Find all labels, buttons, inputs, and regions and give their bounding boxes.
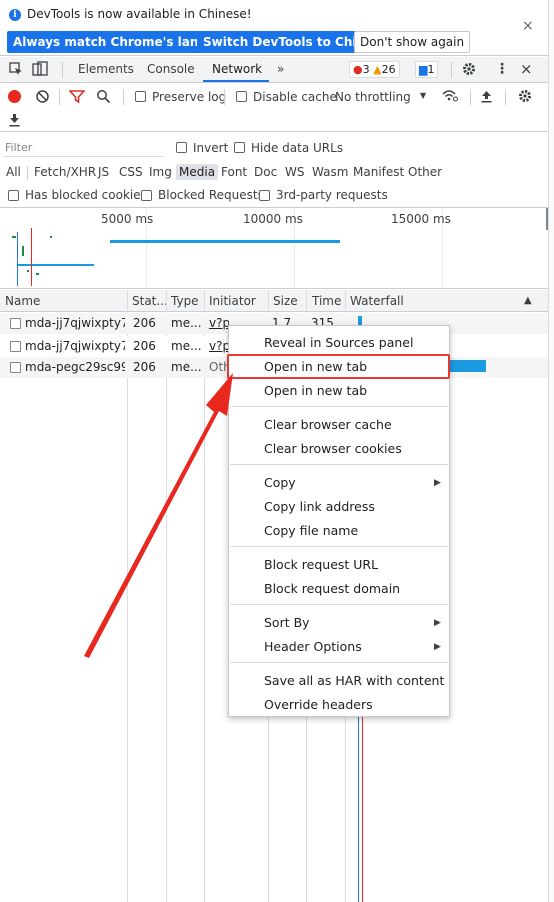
annotation-arrow-icon	[84, 373, 233, 658]
right-edge-panel	[548, 0, 554, 902]
